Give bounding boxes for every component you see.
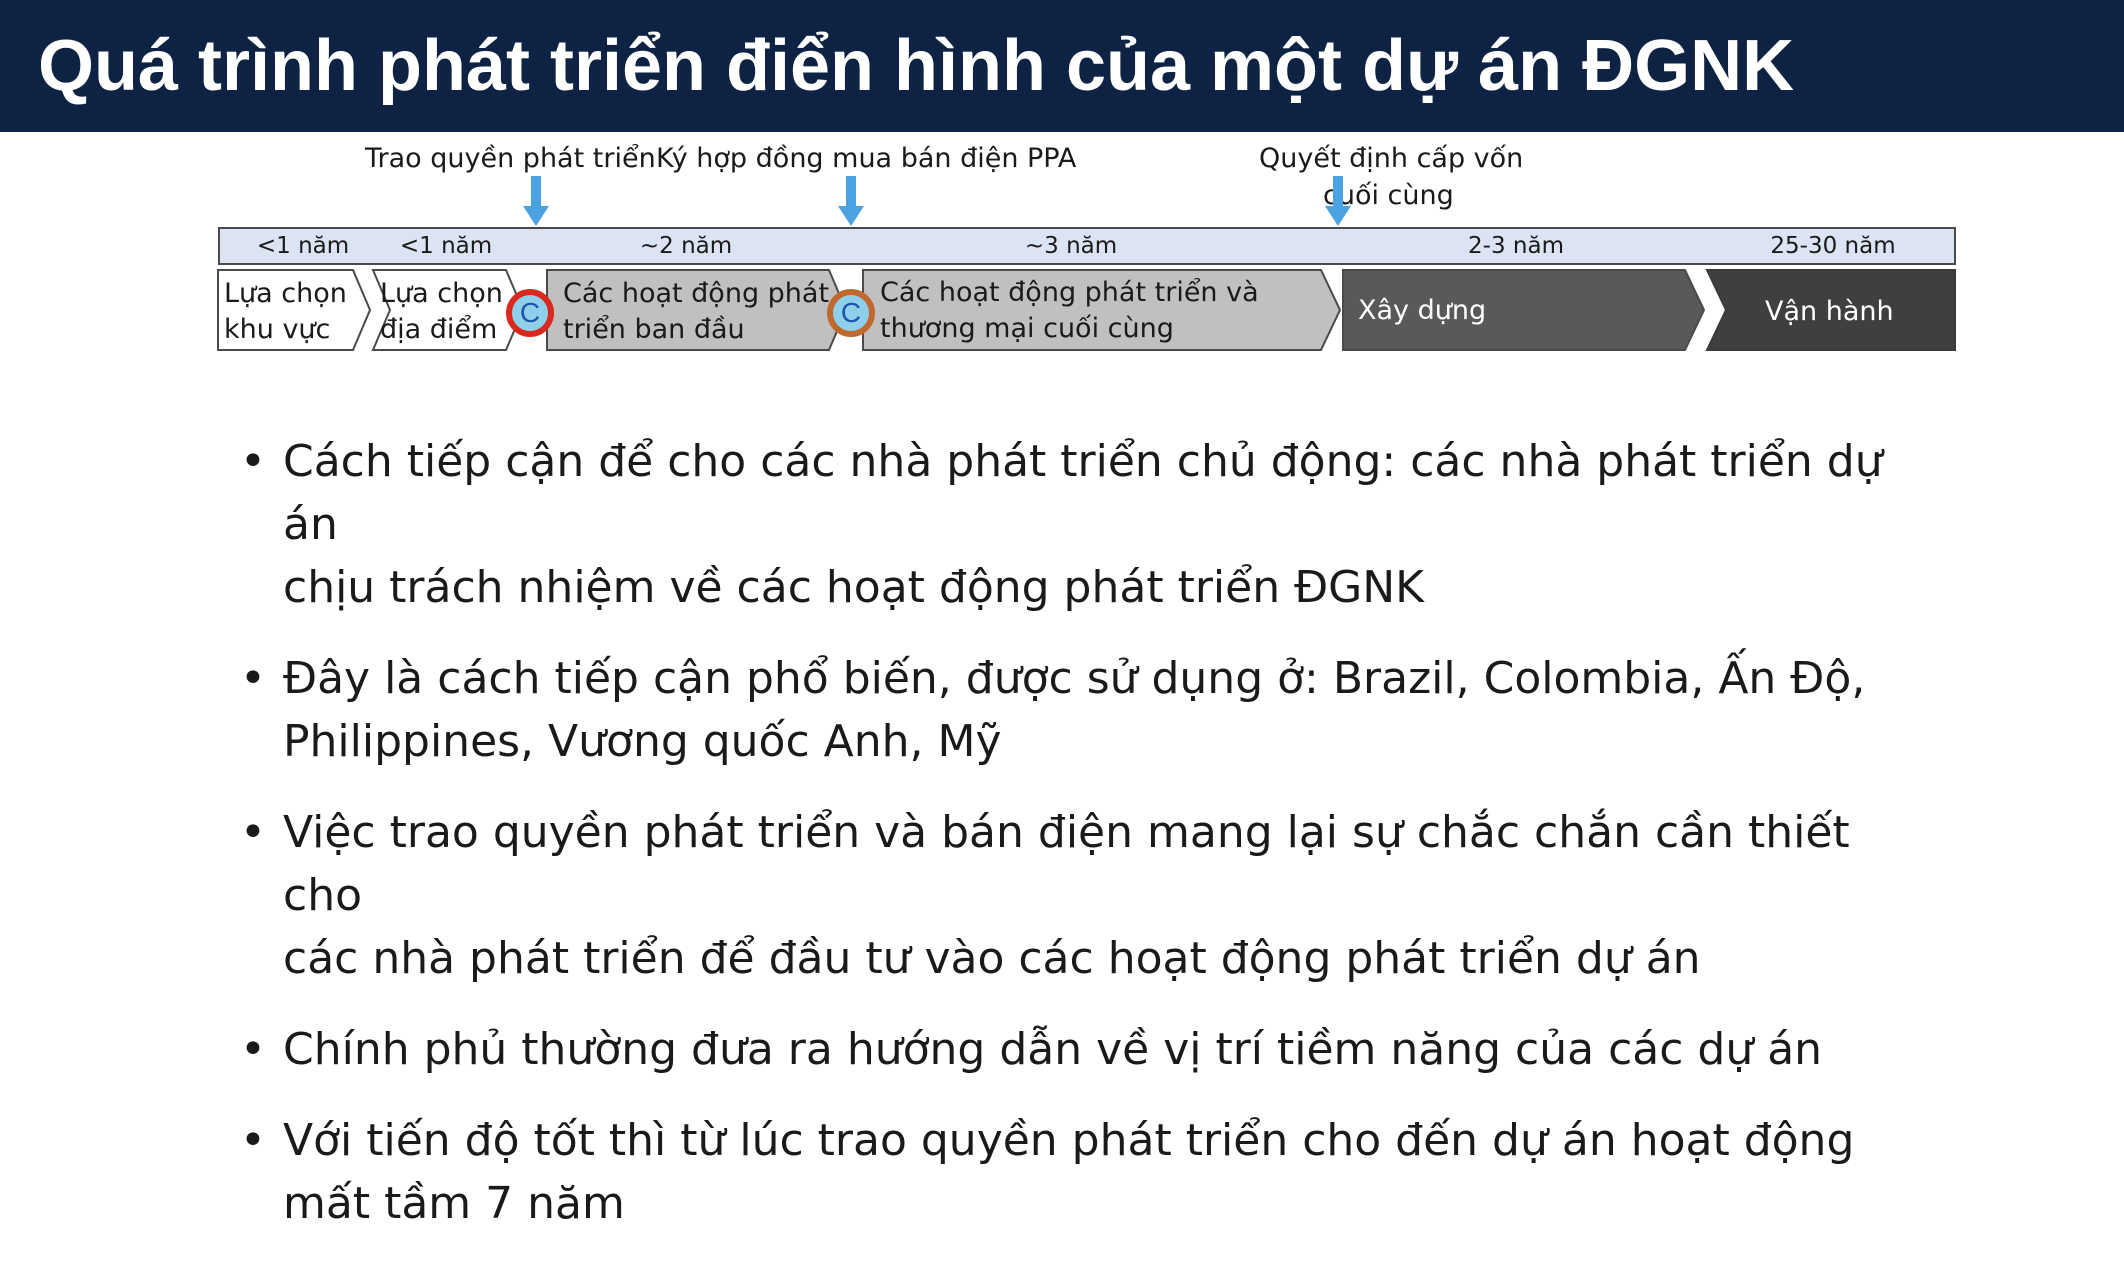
bullet-dot: •: [240, 653, 266, 704]
milestone-arrow-1: [523, 176, 549, 226]
bullet-dot: •: [240, 436, 266, 487]
page-title: Quá trình phát triển điển hình của một d…: [38, 26, 1795, 106]
phase-label-line1: Lựa chọn: [380, 278, 503, 309]
badge-letter: C: [840, 297, 862, 328]
duration-label: 2-3 năm: [1468, 233, 1564, 259]
duration-label: ~2 năm: [639, 233, 733, 259]
bullet-line: các nhà phát triển để đầu tư vào các hoạ…: [283, 933, 1701, 984]
bullet-line: Với tiến độ tốt thì từ lúc trao quyền ph…: [283, 1115, 1855, 1166]
milestone-label-trao-quyen: Trao quyền phát triển: [365, 143, 656, 174]
duration-label: <1 năm: [399, 233, 493, 259]
phase-label-xay-dung: Xây dựng: [1358, 295, 1487, 326]
phase-label-line1: Các hoạt động phát triển và: [880, 277, 1259, 308]
duration-label: ~3 năm: [1024, 233, 1118, 259]
bullet-line: Philippines, Vương quốc Anh, Mỹ: [283, 716, 1002, 767]
bullet-item: • Việc trao quyền phát triển và bán điện…: [236, 801, 1936, 990]
bullet-line: Cách tiếp cận để cho các nhà phát triển …: [283, 436, 1883, 550]
bullet-dot: •: [240, 807, 266, 858]
bullet-item: • Cách tiếp cận để cho các nhà phát triể…: [236, 430, 1936, 619]
bullet-line: Đây là cách tiếp cận phổ biến, được sử d…: [283, 653, 1866, 704]
title-bar: Quá trình phát triển điển hình của một d…: [0, 0, 2124, 132]
phase-label-line2: địa điểm: [380, 314, 498, 345]
milestone-arrow-2: [838, 176, 864, 226]
phase-label-line1: Lựa chọn: [224, 278, 347, 309]
milestone-label-ppa: Ký hợp đồng mua bán điện PPA: [656, 143, 1077, 174]
bullet-line: mất tầm 7 năm: [283, 1178, 625, 1229]
badge-c-icon: C: [506, 289, 554, 337]
bullet-line: chịu trách nhiệm về các hoạt động phát t…: [283, 562, 1425, 613]
bullet-dot: •: [240, 1115, 266, 1166]
milestone-arrow-3: [1325, 176, 1351, 226]
duration-label: 25-30 năm: [1770, 233, 1896, 259]
bullet-dot: •: [240, 1024, 266, 1075]
badge-letter: C: [519, 297, 541, 328]
bullet-list: • Cách tiếp cận để cho các nhà phát triể…: [236, 430, 1936, 1263]
milestone-label-fid-line1: Quyết định cấp vốn: [1259, 143, 1524, 174]
bullet-line: Chính phủ thường đưa ra hướng dẫn về vị …: [283, 1024, 1823, 1075]
phase-label-line2: khu vực: [224, 314, 331, 345]
phase-label-line2: thương mại cuối cùng: [880, 313, 1174, 344]
bullet-item: • Đây là cách tiếp cận phổ biến, được sử…: [236, 647, 1936, 773]
bullet-line: Việc trao quyền phát triển và bán điện m…: [283, 807, 1850, 921]
phase-label-line2: triển ban đầu: [563, 314, 745, 345]
badge-c-icon: C: [827, 289, 875, 337]
phase-label-van-hanh: Vận hành: [1765, 296, 1894, 327]
duration-label: <1 năm: [256, 233, 350, 259]
bullet-item: • Với tiến độ tốt thì từ lúc trao quyền …: [236, 1109, 1936, 1235]
phase-label-line1: Các hoạt động phát: [563, 278, 830, 309]
bullet-item: • Chính phủ thường đưa ra hướng dẫn về v…: [236, 1018, 1936, 1081]
